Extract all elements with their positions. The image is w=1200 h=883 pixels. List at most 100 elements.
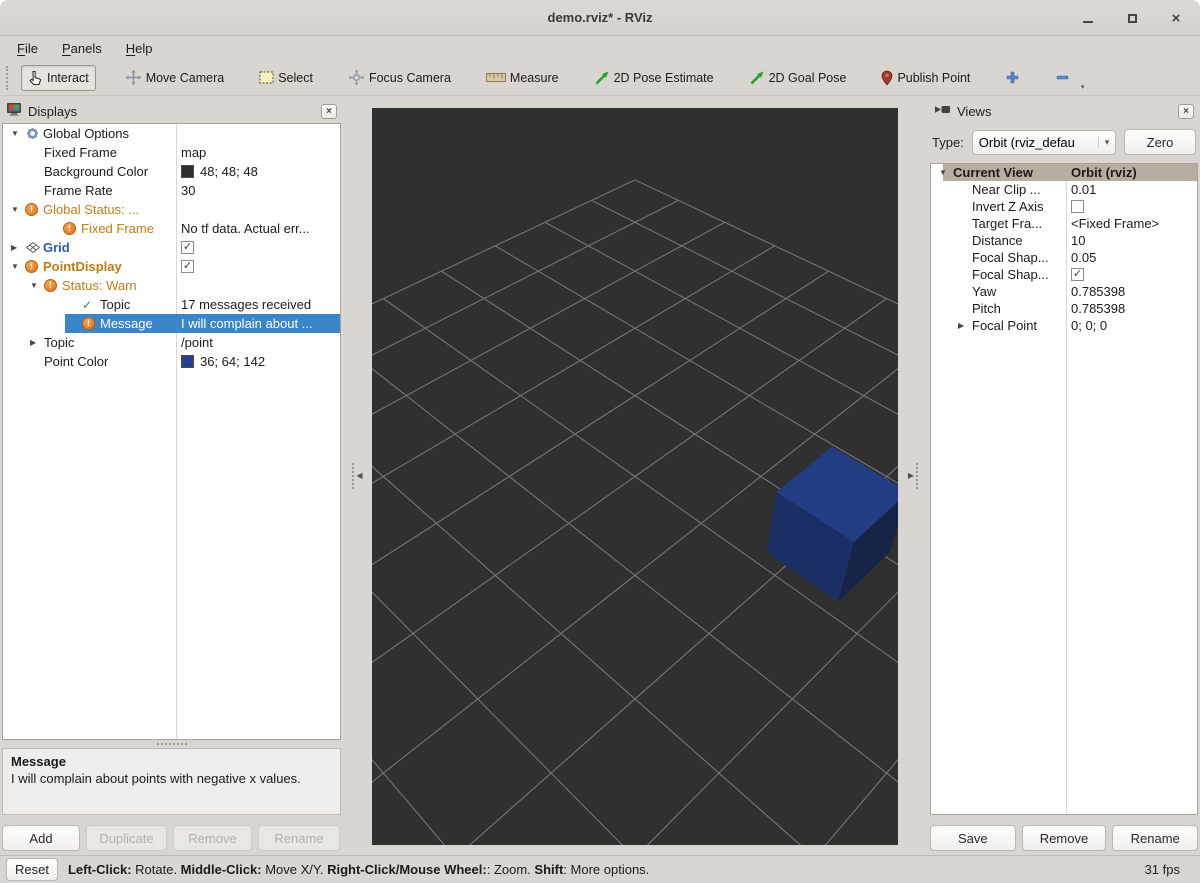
close-button[interactable]: ×: [1166, 8, 1186, 28]
remove-button[interactable]: Remove: [173, 825, 252, 851]
tool-plus[interactable]: [999, 66, 1026, 89]
tool-publish-point[interactable]: Publish Point: [875, 66, 976, 90]
property-value[interactable]: 36; 64; 142: [181, 352, 338, 371]
add-button[interactable]: Add: [2, 825, 80, 851]
duplicate-button[interactable]: Duplicate: [86, 825, 167, 851]
views-panel-header[interactable]: Views ×: [930, 99, 1198, 123]
tree-collapsed-icon[interactable]: ▶: [30, 338, 44, 347]
status-help-text: Left-Click: Rotate. Middle-Click: Move X…: [68, 862, 1135, 877]
views-close-icon[interactable]: ×: [1178, 104, 1194, 119]
tree-row-invert-z-axis[interactable]: Invert Z Axis: [931, 198, 1197, 215]
3d-viewport[interactable]: [372, 108, 898, 845]
maximize-button[interactable]: [1122, 8, 1142, 28]
property-value[interactable]: /point: [181, 333, 338, 352]
tree-row-distance[interactable]: Distance10: [931, 232, 1197, 249]
tree-expanded-icon[interactable]: ▼: [11, 205, 25, 214]
displays-close-icon[interactable]: ×: [321, 104, 337, 119]
tree-collapsed-icon[interactable]: ▶: [11, 243, 25, 252]
property-value[interactable]: No tf data. Actual err...: [181, 219, 338, 238]
view-type-select[interactable]: Orbit (rviz_defau ▾: [972, 130, 1116, 155]
tool-minus[interactable]: ▾: [1049, 66, 1076, 89]
tree-description-splitter[interactable]: [2, 740, 341, 748]
zero-button[interactable]: Zero: [1124, 129, 1196, 155]
tree-collapsed-icon[interactable]: ▶: [958, 321, 972, 330]
property-value[interactable]: 0.785398: [1071, 300, 1195, 317]
property-value[interactable]: ✓: [181, 238, 338, 257]
tree-expanded-icon[interactable]: ▼: [939, 168, 953, 177]
minimize-button[interactable]: [1078, 8, 1098, 28]
tree-row-point-color[interactable]: Point Color36; 64; 142: [3, 352, 340, 371]
value-text: <Fixed Frame>: [1071, 216, 1159, 231]
tool-move-camera[interactable]: Move Camera: [119, 65, 231, 90]
property-value[interactable]: 17 messages received: [181, 295, 338, 314]
property-value[interactable]: 0; 0; 0: [1071, 317, 1195, 334]
tool-label: 2D Pose Estimate: [614, 71, 714, 85]
tree-expanded-icon[interactable]: ▼: [30, 281, 44, 290]
tool-select[interactable]: Select: [253, 67, 319, 89]
save-button[interactable]: Save: [930, 825, 1016, 851]
checkbox-checked[interactable]: ✓: [1071, 268, 1084, 281]
tree-expanded-icon[interactable]: ▼: [11, 129, 25, 138]
property-value[interactable]: I will complain about ...: [181, 314, 338, 333]
tree-row-global-options[interactable]: ▼Global Options: [3, 124, 340, 143]
tree-row-pointdisplay[interactable]: ▼!PointDisplay✓: [3, 257, 340, 276]
tree-row-pitch[interactable]: Pitch0.785398: [931, 300, 1197, 317]
tree-row-yaw[interactable]: Yaw0.785398: [931, 283, 1197, 300]
tool-measure[interactable]: Measure: [480, 67, 565, 89]
toolbar-drag-handle[interactable]: [6, 66, 10, 90]
tree-row-topic[interactable]: ✓Topic17 messages received: [3, 295, 340, 314]
tool-interact[interactable]: Interact: [21, 65, 96, 91]
tree-row-status-warn[interactable]: ▼!Status: Warn: [3, 276, 340, 295]
tree-row-message[interactable]: !MessageI will complain about ...: [3, 314, 340, 333]
titlebar[interactable]: demo.rviz* - RViz ×: [0, 0, 1200, 36]
tree-row-focal-point[interactable]: ▶Focal Point 0; 0; 0: [931, 317, 1197, 334]
rename-button[interactable]: Rename: [258, 825, 340, 851]
menu-item-help[interactable]: Help: [117, 39, 162, 58]
property-value[interactable]: map: [181, 143, 338, 162]
collapse-right-icon[interactable]: ▶: [908, 471, 914, 480]
checkbox-checked[interactable]: ✓: [181, 241, 194, 254]
tree-row-near-clip[interactable]: Near Clip ...0.01: [931, 181, 1197, 198]
tree-row-focal-shap[interactable]: Focal Shap...✓: [931, 266, 1197, 283]
tree-row-global-status[interactable]: ▼!Global Status: ...: [3, 200, 340, 219]
tool-2d-goal-pose[interactable]: 2D Goal Pose: [743, 66, 853, 90]
splitter-left[interactable]: ◀: [343, 96, 372, 855]
tree-expanded-icon[interactable]: ▼: [11, 262, 25, 271]
tree-row-frame-rate[interactable]: Frame Rate30: [3, 181, 340, 200]
property-value[interactable]: ✓: [1071, 266, 1195, 283]
checkbox-unchecked[interactable]: [1071, 200, 1084, 213]
checkbox-checked[interactable]: ✓: [181, 260, 194, 273]
rename-button[interactable]: Rename: [1112, 825, 1198, 851]
chevron-down-icon[interactable]: ▾: [1081, 83, 1085, 91]
tool-focus-camera[interactable]: Focus Camera: [342, 65, 457, 90]
property-label: Focal Point: [972, 318, 1037, 333]
property-value[interactable]: 10: [1071, 232, 1195, 249]
tree-row-background-color[interactable]: Background Color48; 48; 48: [3, 162, 340, 181]
remove-button[interactable]: Remove: [1022, 825, 1107, 851]
tree-row-fixed-frame[interactable]: !Fixed FrameNo tf data. Actual err...: [3, 219, 340, 238]
property-value[interactable]: <Fixed Frame>: [1071, 215, 1195, 232]
reset-button[interactable]: Reset: [6, 858, 58, 881]
property-value[interactable]: 48; 48; 48: [181, 162, 338, 181]
property-value[interactable]: 30: [181, 181, 338, 200]
tree-row-fixed-frame[interactable]: Fixed Framemap: [3, 143, 340, 162]
property-value[interactable]: 0.01: [1071, 181, 1195, 198]
tree-row-focal-shap[interactable]: Focal Shap...0.05: [931, 249, 1197, 266]
tree-row-target-fra[interactable]: Target Fra...<Fixed Frame>: [931, 215, 1197, 232]
property-value[interactable]: 0.785398: [1071, 283, 1195, 300]
displays-panel-header[interactable]: Displays ×: [2, 99, 341, 123]
property-value[interactable]: [1071, 198, 1195, 215]
property-value[interactable]: ✓: [181, 257, 338, 276]
collapse-left-icon[interactable]: ◀: [356, 471, 362, 480]
menu-item-file[interactable]: File: [8, 39, 47, 58]
property-value[interactable]: 0.05: [1071, 249, 1195, 266]
splitter-right[interactable]: ▶: [898, 96, 928, 855]
property-value[interactable]: Orbit (rviz): [1071, 164, 1195, 181]
tree-row-grid[interactable]: ▶Grid✓: [3, 238, 340, 257]
tool-2d-pose-estimate[interactable]: 2D Pose Estimate: [588, 66, 720, 90]
menu-item-panels[interactable]: Panels: [53, 39, 111, 58]
camcorder-icon: [934, 102, 951, 117]
tree-row-topic[interactable]: ▶Topic/point: [3, 333, 340, 352]
tree-row-current-view[interactable]: ▼Current ViewOrbit (rviz): [931, 164, 1197, 181]
warn-icon: !: [63, 222, 76, 235]
